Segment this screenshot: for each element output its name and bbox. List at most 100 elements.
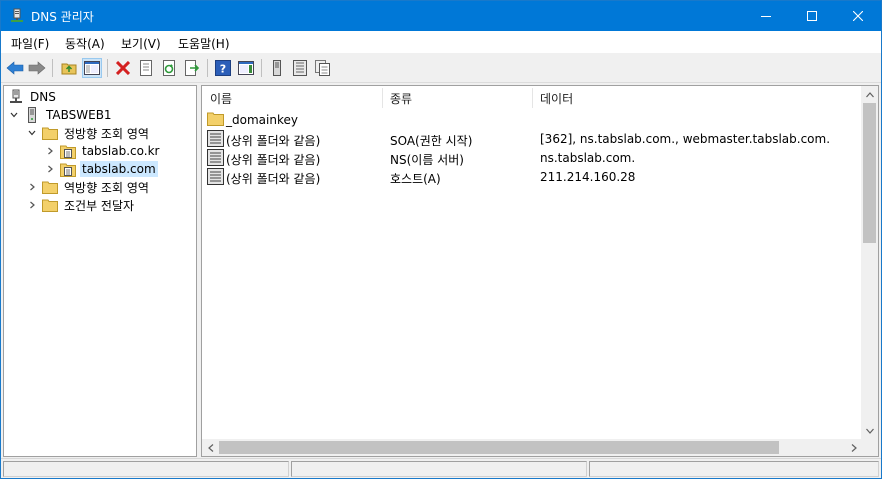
show-hide-action-pane-icon	[238, 61, 254, 75]
chevron-right-icon[interactable]	[44, 163, 56, 175]
scroll-right-icon[interactable]	[845, 439, 862, 456]
refresh-icon	[163, 60, 175, 76]
row-name: (상위 폴더와 같음)	[226, 134, 321, 148]
tree-item-dns[interactable]: DNS	[8, 88, 58, 106]
row-data: 211.214.160.28	[540, 170, 636, 184]
scrollbar-corner	[861, 439, 878, 456]
zone-records-icon	[293, 60, 307, 76]
folder-icon	[42, 197, 58, 213]
svg-text:?: ?	[220, 63, 226, 76]
zone-icon	[60, 161, 76, 177]
title-bar[interactable]: DNS 관리자	[1, 1, 881, 31]
records-list-view: 이름 종류 데이터 _domainkey (상위 폴더와 같음) SOA(권한 …	[201, 85, 879, 457]
menu-action[interactable]: 동작(A)	[65, 35, 105, 52]
selected-tree-label: tabslab.com	[80, 161, 158, 177]
close-icon	[853, 11, 863, 21]
close-button[interactable]	[835, 1, 881, 31]
scroll-left-icon[interactable]	[202, 439, 219, 456]
dns-server-icon	[9, 8, 25, 24]
tree-item-conditional-forwarders[interactable]: 조건부 전달자	[26, 196, 136, 214]
help-button[interactable]: ?	[213, 58, 233, 78]
list-row[interactable]: _domainkey	[206, 110, 856, 129]
scroll-up-icon[interactable]	[861, 86, 878, 103]
up-one-level-button[interactable]	[59, 58, 79, 78]
menu-view[interactable]: 보기(V)	[121, 35, 161, 52]
folder-icon	[42, 179, 58, 195]
record-icon	[207, 168, 224, 185]
status-cell	[3, 461, 289, 477]
tree-item-zone-tabslab-co-kr[interactable]: tabslab.co.kr	[44, 142, 161, 160]
show-hide-tree-icon	[84, 61, 100, 75]
vertical-scrollbar[interactable]	[861, 86, 878, 439]
row-name: (상위 폴더와 같음)	[226, 172, 321, 186]
row-data: [362], ns.tabslab.com., webmaster.tabsla…	[540, 132, 831, 146]
properties-button[interactable]	[136, 58, 156, 78]
list-header: 이름 종류 데이터	[202, 86, 862, 110]
export-list-icon	[185, 60, 200, 76]
row-type: SOA(권한 시작)	[390, 134, 473, 148]
record-icon	[207, 130, 224, 147]
properties-icon	[140, 60, 152, 76]
copy-records-button[interactable]	[313, 58, 333, 78]
list-row[interactable]: (상위 폴더와 같음) SOA(권한 시작) [362], ns.tabslab…	[206, 129, 856, 148]
tree-item-server[interactable]: TABSWEB1	[8, 106, 114, 124]
tree-item-forward-lookup-zones[interactable]: 정방향 조회 영역	[26, 124, 151, 142]
refresh-button[interactable]	[159, 58, 179, 78]
record-icon	[207, 149, 224, 166]
chevron-down-icon[interactable]	[26, 127, 38, 139]
scroll-down-icon[interactable]	[861, 422, 878, 439]
minimize-button[interactable]	[743, 1, 789, 31]
window-title: DNS 관리자	[31, 10, 94, 24]
maximize-icon	[807, 11, 817, 21]
delete-icon	[116, 61, 130, 75]
tree-item-reverse-lookup-zones[interactable]: 역방향 조회 영역	[26, 178, 151, 196]
column-header-type[interactable]: 종류	[390, 90, 412, 107]
list-row[interactable]: (상위 폴더와 같음) 호스트(A) 211.214.160.28	[206, 167, 856, 186]
zone-records-button[interactable]	[290, 58, 310, 78]
chevron-down-icon[interactable]	[8, 109, 20, 121]
help-icon: ?	[215, 60, 231, 76]
server-button[interactable]	[267, 58, 287, 78]
horizontal-scrollbar[interactable]	[202, 439, 862, 456]
forward-arrow-icon	[28, 61, 46, 75]
tree-item-zone-tabslab-com[interactable]: tabslab.com	[44, 160, 158, 178]
back-arrow-icon	[6, 61, 24, 75]
delete-button[interactable]	[113, 58, 133, 78]
column-header-name[interactable]: 이름	[210, 90, 232, 107]
chevron-right-icon[interactable]	[26, 199, 38, 211]
show-hide-console-tree-button[interactable]	[82, 58, 102, 78]
vertical-scroll-thumb[interactable]	[863, 103, 876, 243]
zone-icon	[60, 143, 76, 159]
maximize-button[interactable]	[789, 1, 835, 31]
up-folder-icon	[61, 63, 77, 75]
menu-help[interactable]: 도움말(H)	[178, 35, 230, 52]
row-type: NS(이름 서버)	[390, 153, 464, 167]
back-button[interactable]	[5, 58, 25, 78]
row-type: 호스트(A)	[390, 172, 441, 186]
console-tree: DNS TABSWEB1 정방향 조회 영역 tabslab.co.kr tab…	[3, 85, 197, 457]
column-header-data[interactable]: 데이터	[540, 90, 573, 107]
row-name: (상위 폴더와 같음)	[226, 153, 321, 167]
export-list-button[interactable]	[182, 58, 202, 78]
server-icon	[24, 107, 40, 123]
minimize-icon	[761, 16, 771, 17]
status-bar	[1, 458, 881, 478]
dns-manager-window: DNS 관리자 파일(F) 동작(A) 보기(V) 도움말(H) ? DNS T…	[0, 0, 882, 479]
horizontal-scroll-thumb[interactable]	[219, 441, 779, 454]
folder-icon	[207, 111, 224, 128]
show-hide-action-pane-button[interactable]	[236, 58, 256, 78]
toolbar: ?	[1, 53, 881, 83]
server-icon	[273, 60, 281, 76]
list-row[interactable]: (상위 폴더와 같음) NS(이름 서버) ns.tabslab.com.	[206, 148, 856, 167]
menu-bar: 파일(F) 동작(A) 보기(V) 도움말(H)	[1, 31, 881, 53]
copy-records-icon	[315, 60, 330, 76]
row-data: ns.tabslab.com.	[540, 151, 636, 165]
forward-button[interactable]	[27, 58, 47, 78]
chevron-right-icon[interactable]	[44, 145, 56, 157]
dns-root-icon	[8, 89, 24, 105]
chevron-right-icon[interactable]	[26, 181, 38, 193]
menu-file[interactable]: 파일(F)	[11, 35, 49, 52]
row-name: _domainkey	[226, 113, 298, 127]
folder-icon	[42, 125, 58, 141]
status-cell	[291, 461, 587, 477]
